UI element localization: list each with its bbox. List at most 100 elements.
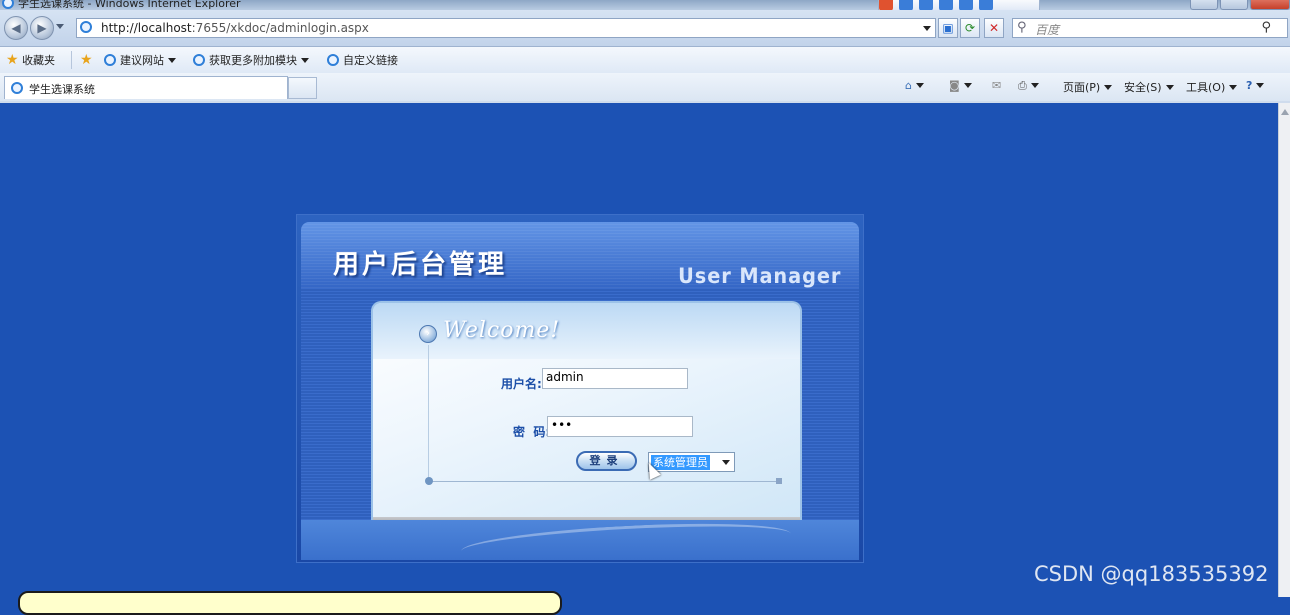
status-tooltip-box [18,591,562,615]
maximize-button[interactable] [1220,0,1248,10]
window-controls [1188,0,1290,10]
page-favicon-icon [80,21,92,33]
favorites-separator [71,51,72,69]
login-button[interactable]: 登录 [576,451,637,471]
address-toolbar: ◀ ▶ http://localhost:7655/xkdoc/adminlog… [0,10,1290,47]
address-bar[interactable]: http://localhost:7655/xkdoc/adminlogin.a… [76,18,936,38]
url-path: :7655/xkdoc/adminlogin.aspx [191,21,369,35]
login-panel-header: 用户后台管理 User Manager [301,222,859,288]
favorites-label: 收藏夹 [22,54,56,67]
stop-icon: ✕ [988,21,1000,35]
username-field[interactable]: admin [542,368,688,389]
chevron-down-icon [1104,85,1113,90]
ime-keyboard-icon[interactable] [939,0,953,10]
safety-menu-label: 安全(S) [1124,81,1162,94]
favorite-link-label: 自定义链接 [343,54,398,67]
print-button[interactable]: ⎙ [1018,79,1039,93]
tab-label: 学生选课系统 [29,83,95,96]
chevron-down-icon [301,58,309,63]
ie-page-icon [327,54,339,66]
forward-arrow-icon: ▶ [37,21,47,35]
chevron-down-icon [1229,85,1238,90]
chevron-down-icon [963,83,972,88]
refresh-icon: ⟳ [964,21,976,35]
page-menu-label: 页面(P) [1063,81,1101,94]
chevron-down-icon [915,83,924,88]
watermark-text: CSDN @qq183535392 [1034,562,1269,586]
welcome-text: Welcome! [443,318,561,343]
ime-punct-icon[interactable] [919,0,933,10]
scroll-up-icon[interactable] [1281,109,1289,115]
decorative-square [776,478,782,484]
back-button[interactable]: ◀ [4,16,28,40]
favorite-link-custom[interactable]: 自定义链接 [327,52,398,68]
arrow-circle-icon: › [419,325,437,343]
tab-bar: 学生选课系统 ⌂ ◙ ✉ ⎙ 页面(P) 安全(S) 工具(O) ? [0,73,1290,103]
search-box[interactable]: ⚲ 百度 ⚲ [1012,18,1288,38]
help-menu[interactable]: ? [1246,79,1265,92]
tools-menu-label: 工具(O) [1186,81,1226,94]
decorative-vertical-line [428,345,429,485]
ie-page-icon [104,54,116,66]
role-selected-value: 系统管理员 [651,455,710,470]
ime-skin-icon[interactable] [959,0,973,10]
search-icon[interactable]: ⚲ [1261,20,1271,35]
ie-logo-icon [2,0,14,9]
password-label: 密 码: [513,425,551,439]
login-card-header [373,303,800,359]
refresh-button[interactable]: ⟳ [960,18,980,38]
home-icon: ⌂ [905,79,912,92]
mail-button[interactable]: ✉ [992,79,1001,92]
new-tab-button[interactable] [288,77,317,99]
window-title-bar: 学生选课系统 - Windows Internet Explorer [0,0,1290,10]
chevron-down-icon [1030,83,1039,88]
chevron-down-icon [1165,85,1174,90]
login-panel-footer [301,517,859,568]
chevron-down-icon[interactable] [722,460,730,465]
tab-active[interactable]: 学生选课系统 [4,76,288,99]
chevron-down-icon [168,58,176,63]
favorite-link-label: 建议网站 [120,54,164,67]
ime-tools-icon[interactable] [979,0,993,10]
recent-pages-dropdown-icon[interactable] [56,24,64,29]
address-url[interactable]: http://localhost:7655/xkdoc/adminlogin.a… [101,21,369,35]
page-title: 用户后台管理 [333,250,508,280]
ime-toolbar[interactable] [878,0,1040,10]
ie-page-icon [11,82,23,94]
home-button[interactable]: ⌂ [905,79,924,92]
favorite-link-suggested[interactable]: 建议网站 [104,52,176,68]
compatibility-view-button[interactable]: ▣ [938,18,958,38]
minimize-button[interactable] [1190,0,1218,10]
stop-button[interactable]: ✕ [984,18,1004,38]
forward-button[interactable]: ▶ [30,16,54,40]
add-favorite-icon: ★ [80,52,93,68]
address-dropdown-icon[interactable] [923,26,931,31]
password-field[interactable]: ••• [547,416,693,437]
decorative-swoosh [460,517,792,568]
page-menu[interactable]: 页面(P) [1063,79,1113,95]
login-card: › Welcome! 用户名: admin 密 码: ••• 登录 系统管理员 [373,303,800,528]
page-subtitle: User Manager [677,264,841,288]
favorites-button[interactable]: ★ 收藏夹 [6,52,55,68]
rss-icon: ◙ [949,79,960,92]
decorative-dot [425,477,433,485]
vertical-scrollbar[interactable] [1278,103,1290,597]
favorite-link-label: 获取更多附加模块 [209,54,297,67]
help-icon: ? [1246,79,1253,92]
mail-icon: ✉ [992,79,1002,92]
url-host: http://localhost [101,21,192,35]
feeds-button[interactable]: ◙ [949,79,972,92]
compatibility-icon: ▣ [942,21,954,35]
add-favorite-button[interactable]: ★ [80,52,93,68]
ime-mode-icon[interactable] [899,0,913,10]
printer-icon: ⎙ [1018,79,1027,92]
close-button[interactable] [1250,0,1290,10]
ime-logo-icon[interactable] [879,0,893,10]
chevron-down-icon [1256,83,1265,88]
search-input[interactable]: 百度 [1035,21,1059,38]
decorative-horizontal-line [429,481,779,482]
favorite-link-addons[interactable]: 获取更多附加模块 [193,52,309,68]
role-select[interactable]: 系统管理员 [648,452,735,472]
tools-menu[interactable]: 工具(O) [1186,79,1238,95]
safety-menu[interactable]: 安全(S) [1124,79,1174,95]
